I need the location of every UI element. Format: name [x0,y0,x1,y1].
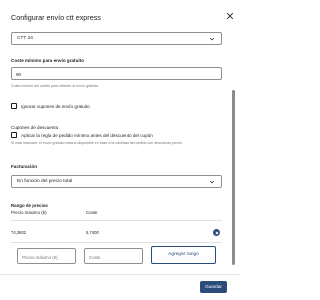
apply-min-order-checkbox[interactable] [11,132,17,138]
apply-min-order-label: Aplicar la regla de pedido mínimo antes … [21,132,153,138]
price-range-heading: Rango de precios [11,203,48,208]
cost-input[interactable]: Coste [84,248,143,264]
min-cost-input[interactable]: 90 [11,67,222,80]
remove-range-button[interactable] [213,229,220,236]
scrollbar[interactable] [232,90,235,265]
ignore-coupons-checkbox[interactable] [11,103,17,109]
column-header-cost: Coste [86,210,98,215]
max-price-input[interactable]: Precio máximo (€) [17,248,76,264]
min-cost-value: 90 [16,71,22,77]
dialog-header: Configurar envío ctt express [0,0,240,30]
billing-select[interactable]: En función del precio total [11,175,222,188]
save-button[interactable]: Guardar [200,281,227,293]
add-range-button[interactable]: Agregar rango [151,246,216,264]
row-max-price: 74,3802 [11,230,27,235]
service-select-value: CTT 24 [17,36,33,41]
row-cost: 5,7400 [86,230,99,235]
min-cost-help: Coste mínimo del carrito para obtener el… [11,84,99,88]
billing-select-value: En función del precio total [17,179,73,184]
billing-label: Facturación [11,164,38,169]
service-select[interactable]: CTT 24 [11,32,222,45]
close-icon [215,231,218,234]
table-divider [11,220,222,221]
min-cost-label: Coste mínimo para envío gratuito [11,58,84,63]
column-header-max-price: Precio máximo (€) [11,210,47,215]
dialog-title: Configurar envío ctt express [11,13,101,22]
cost-placeholder: Coste [89,254,101,260]
chevron-down-icon [209,37,215,41]
dialog-body: CTT 24 Coste mínimo para envío gratuito … [0,28,240,270]
discount-coupons-heading: Cupones de descuento [11,125,59,130]
max-price-placeholder: Precio máximo (€) [22,254,58,260]
discount-coupons-help: Si está marcado, el envío gratuito estar… [11,141,183,145]
ignore-coupons-label: Ignorar cupones de envío gratuito [21,103,90,109]
chevron-down-icon [209,180,215,184]
table-divider [11,242,222,243]
close-icon[interactable] [226,12,234,20]
footer-divider [0,274,240,275]
